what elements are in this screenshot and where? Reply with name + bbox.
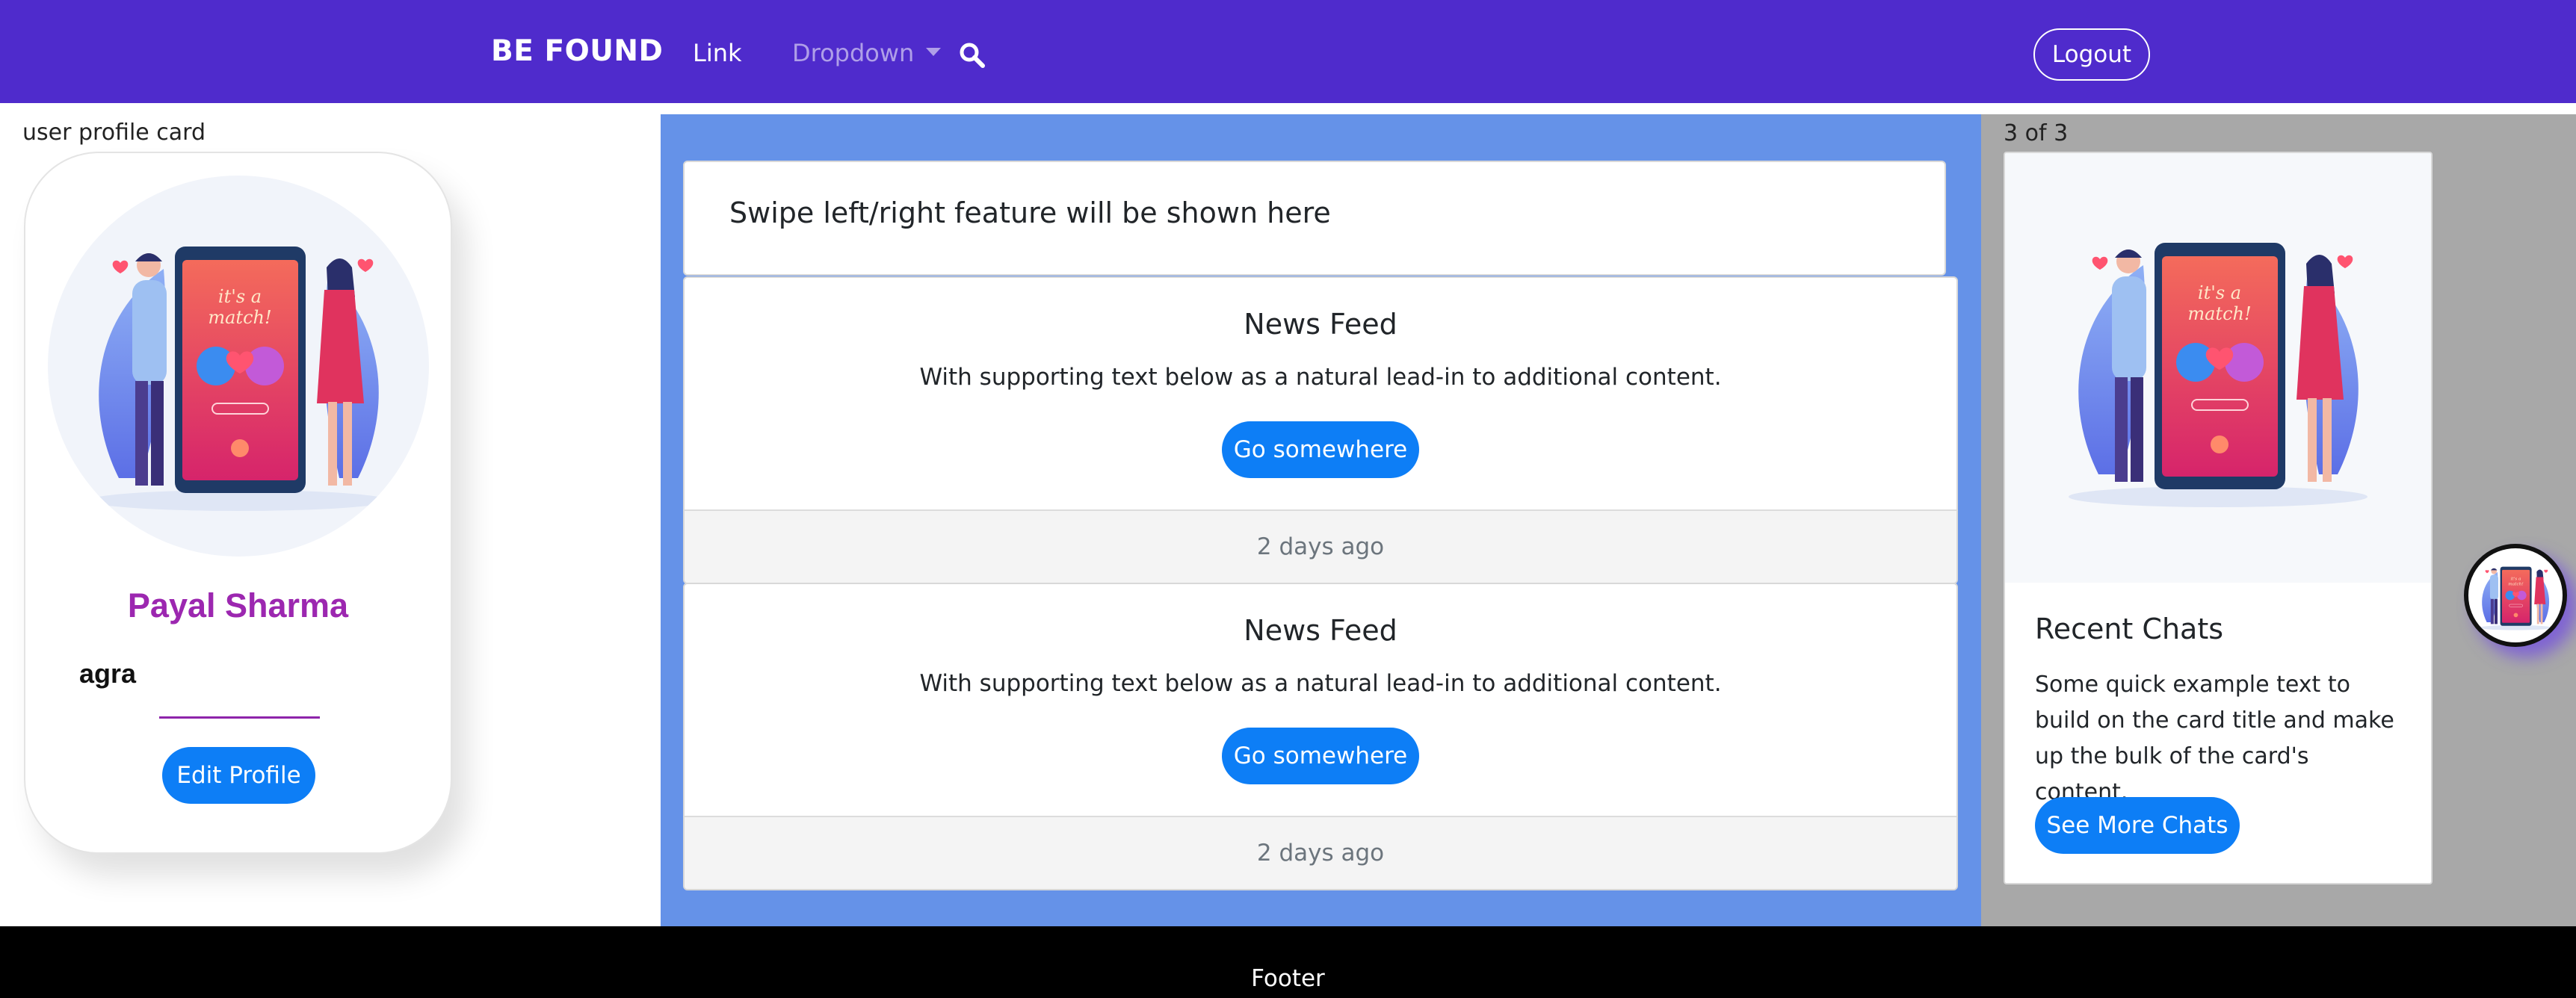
- user-profile-card: Payal Sharma agra Edit Profile: [24, 152, 452, 854]
- top-navbar: BE FOUND Link Dropdown Logout: [0, 0, 2576, 109]
- swipe-placeholder-text: Swipe left/right feature will be shown h…: [729, 196, 1331, 229]
- news-feed-card: News Feed With supporting text below as …: [683, 583, 1958, 890]
- go-somewhere-button[interactable]: Go somewhere: [1222, 728, 1419, 784]
- recent-chats-title: Recent Chats: [2035, 613, 2224, 645]
- profile-city: agra: [79, 658, 137, 689]
- page-footer: Footer: [0, 926, 2576, 998]
- brand-logo[interactable]: BE FOUND: [491, 34, 663, 68]
- divider: [159, 716, 320, 719]
- feed-title: News Feed: [1244, 614, 1397, 647]
- floating-chat-avatar-button[interactable]: [2464, 544, 2567, 647]
- logout-button[interactable]: Logout: [2033, 28, 2150, 81]
- nav-dropdown-label: Dropdown: [792, 39, 915, 67]
- profile-name: Payal Sharma: [127, 586, 349, 624]
- recent-chats-text: Some quick example text to build on the …: [2035, 672, 2394, 805]
- feed-timestamp: 2 days ago: [685, 509, 1956, 583]
- see-more-chats-button[interactable]: See More Chats: [2035, 797, 2240, 854]
- nav-link[interactable]: Link: [693, 39, 742, 67]
- recent-chats-card: Recent Chats Some quick example text to …: [2004, 152, 2433, 884]
- feed-text: With supporting text below as a natural …: [919, 364, 1722, 391]
- sidebar-carousel: 3 of 3 Recent Chats Some quick example t…: [1981, 114, 2576, 926]
- caret-down-icon: [926, 47, 942, 56]
- main-feed-column: Swipe left/right feature will be shown h…: [661, 114, 1981, 926]
- profile-section-label: user profile card: [22, 120, 206, 146]
- nav-dropdown[interactable]: Dropdown: [792, 39, 942, 67]
- feed-text: With supporting text below as a natural …: [919, 670, 1722, 697]
- search-icon[interactable]: [959, 42, 986, 69]
- go-somewhere-button[interactable]: Go somewhere: [1222, 421, 1419, 478]
- recent-chats-illustration-image: [2005, 153, 2431, 583]
- carousel-counter: 3 of 3: [2004, 120, 2069, 146]
- swipe-card[interactable]: Swipe left/right feature will be shown h…: [683, 161, 1946, 276]
- footer-text: Footer: [1251, 965, 1325, 992]
- news-feed-card: News Feed With supporting text below as …: [683, 276, 1958, 584]
- feed-title: News Feed: [1244, 308, 1397, 341]
- edit-profile-button[interactable]: Edit Profile: [162, 747, 315, 804]
- profile-illustration-image: [48, 176, 429, 557]
- feed-timestamp: 2 days ago: [685, 816, 1956, 889]
